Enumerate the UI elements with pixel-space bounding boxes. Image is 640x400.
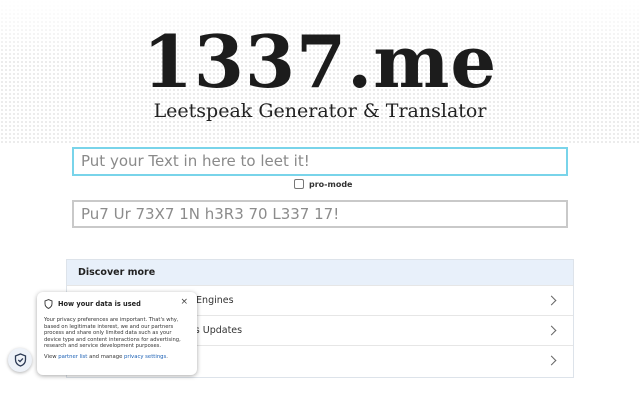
chevron-right-icon bbox=[546, 325, 557, 336]
leet-input[interactable]: Put your Text in here to leet it! bbox=[72, 147, 568, 176]
shield-check-icon bbox=[14, 353, 26, 367]
footer-suffix: . bbox=[166, 353, 168, 360]
leet-output[interactable]: Pu7 Ur 73X7 1N h3R3 70 L337 17! bbox=[72, 200, 568, 228]
footer-middle: and manage bbox=[87, 353, 125, 360]
shield-icon bbox=[44, 299, 53, 309]
footer-prefix: View bbox=[44, 353, 59, 360]
privacy-popup-title: How your data is used bbox=[58, 300, 141, 308]
promode-toggle[interactable]: pro-mode bbox=[294, 178, 352, 190]
close-icon[interactable]: × bbox=[180, 296, 188, 308]
privacy-popup-footer: View partner list and manage privacy set… bbox=[44, 354, 190, 361]
privacy-settings-link[interactable]: privacy settings bbox=[124, 354, 166, 360]
privacy-popup: How your data is used × Your privacy pre… bbox=[37, 292, 197, 375]
chevron-right-icon bbox=[546, 355, 557, 366]
promode-checkbox[interactable] bbox=[294, 179, 304, 189]
privacy-settings-button[interactable] bbox=[8, 348, 32, 372]
privacy-popup-header: How your data is used bbox=[44, 298, 190, 310]
promode-label[interactable]: pro-mode bbox=[309, 180, 352, 189]
site-logo[interactable]: 1337.me bbox=[0, 22, 640, 102]
privacy-popup-text: Your privacy preferences are important. … bbox=[44, 317, 181, 350]
partner-list-link[interactable]: partner list bbox=[58, 354, 87, 360]
chevron-right-icon bbox=[546, 295, 557, 306]
discover-more-title: Discover more bbox=[67, 260, 573, 285]
site-subtitle: Leetspeak Generator & Translator bbox=[153, 100, 487, 122]
